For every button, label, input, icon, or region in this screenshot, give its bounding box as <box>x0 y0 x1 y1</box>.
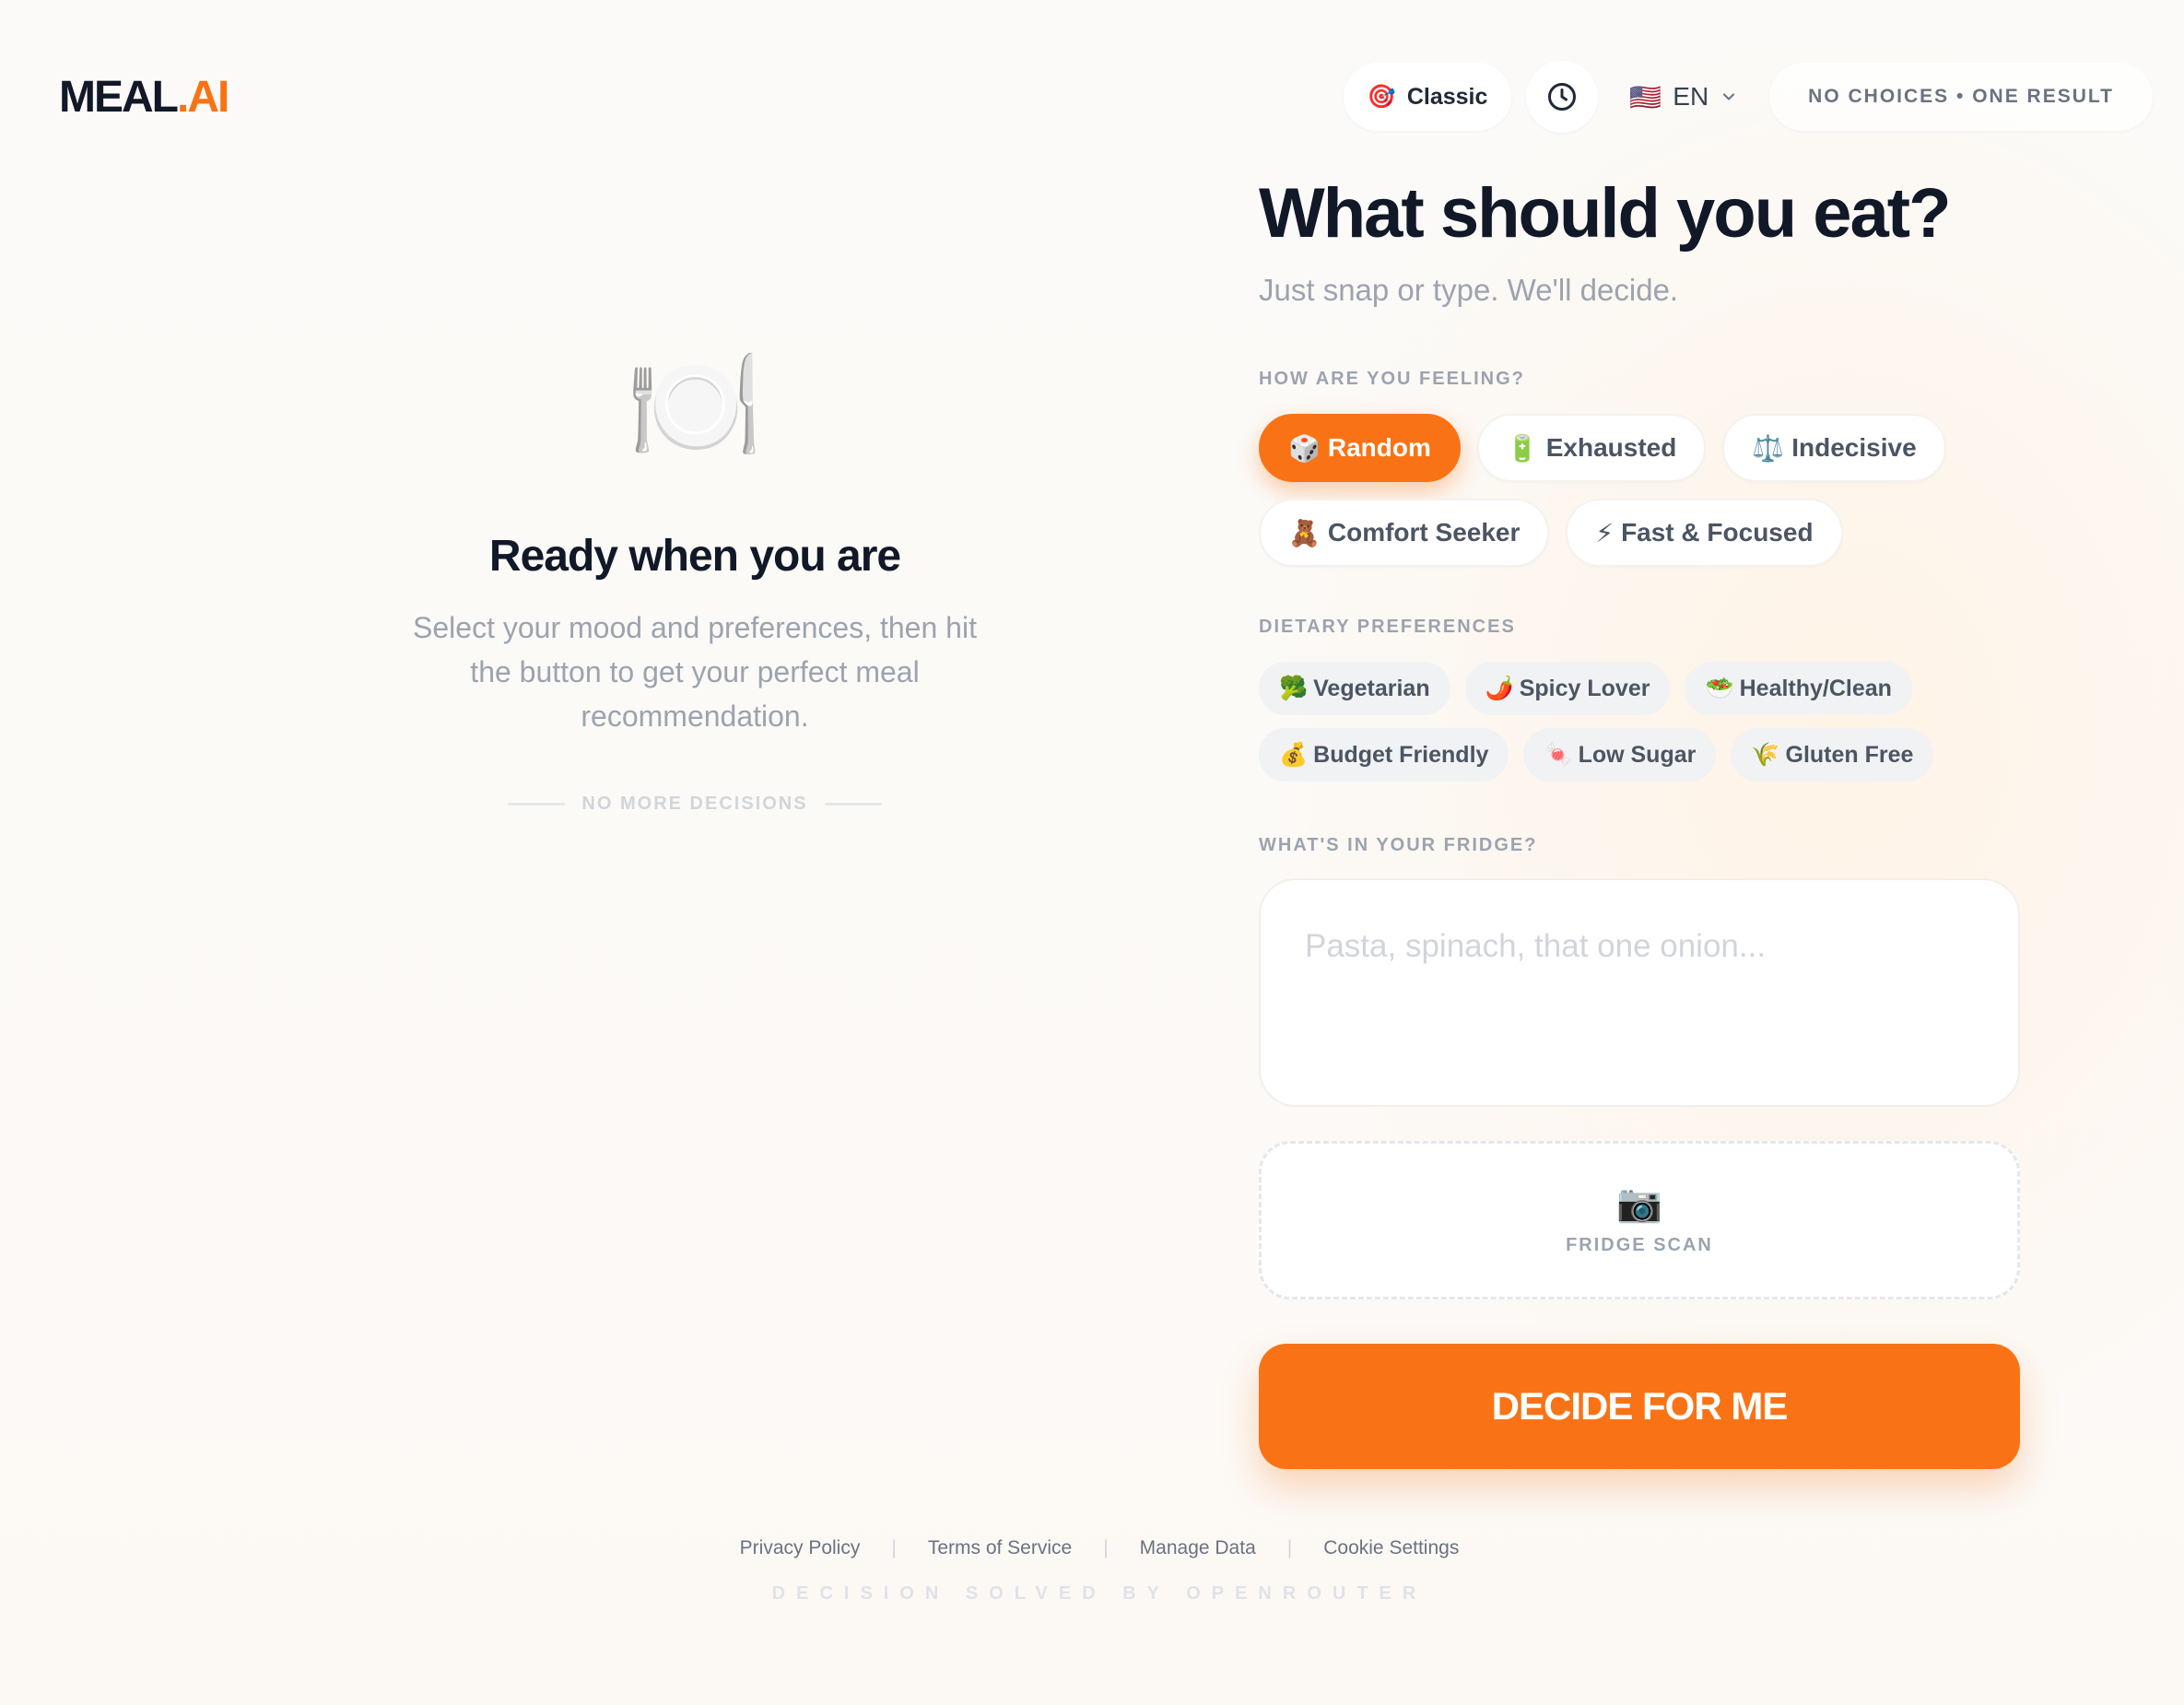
mood-chip-label: Comfort Seeker <box>1327 518 1521 547</box>
scales-icon: ⚖️ <box>1752 433 1785 463</box>
footer-link-manage-data[interactable]: Manage Data <box>1140 1537 1256 1559</box>
dice-icon: 🎲 <box>1288 433 1321 463</box>
diet-chip-label: Gluten Free <box>1785 741 1914 768</box>
dietary-section-label: DIETARY PREFERENCES <box>1259 617 1516 637</box>
history-button[interactable] <box>1526 61 1599 133</box>
mood-chip-fast-focused[interactable]: ⚡ Fast & Focused <box>1566 499 1843 567</box>
mood-chip-label: Fast & Focused <box>1621 518 1814 547</box>
mood-chip-label: Random <box>1327 433 1431 462</box>
diet-chip-gluten-free[interactable]: 🌾 Gluten Free <box>1731 728 1934 782</box>
diet-chip-label: Low Sugar <box>1578 741 1697 768</box>
empty-state-description: Select your mood and preferences, then h… <box>413 611 977 733</box>
diet-chip-low-sugar[interactable]: 🍬 Low Sugar <box>1523 728 1717 782</box>
mood-chip-group: 🎲 Random 🔋 Exhausted ⚖️ Indecisive 🧸 Com… <box>1259 414 2020 567</box>
meal-form: What should you eat? Just snap or type. … <box>1259 175 2020 1469</box>
diet-chip-vegetarian[interactable]: 🥦 Vegetarian <box>1259 662 1450 715</box>
footer-separator: | <box>891 1537 897 1558</box>
footer-separator: | <box>1286 1537 1293 1558</box>
footer-credit: DECISION SOLVED BY OPENROUTER <box>771 1583 1427 1604</box>
mode-toggle-button[interactable]: 🎯 Classic <box>1343 63 1512 131</box>
salad-icon: 🥗 <box>1705 675 1734 701</box>
language-select[interactable]: 🇺🇸 EN <box>1613 63 1755 131</box>
footer-separator: | <box>1103 1537 1109 1558</box>
mood-chip-label: Indecisive <box>1791 433 1917 462</box>
header-controls: 🎯 Classic 🇺🇸 EN NO CHOICES • ONE RESULT <box>1343 61 2153 133</box>
battery-icon: 🔋 <box>1506 433 1539 463</box>
language-code: EN <box>1673 82 1709 111</box>
page-title: What should you eat? <box>1259 174 1952 253</box>
mood-chip-exhausted[interactable]: 🔋 Exhausted <box>1476 414 1707 482</box>
camera-icon: 📷 <box>1616 1182 1662 1224</box>
dietary-chip-group: 🥦 Vegetarian 🌶️ Spicy Lover 🥗 Healthy/Cl… <box>1259 662 2020 782</box>
tagline-badge: NO CHOICES • ONE RESULT <box>1769 63 2153 131</box>
diet-chip-label: Healthy/Clean <box>1739 675 1892 701</box>
diet-chip-label: Budget Friendly <box>1313 741 1489 768</box>
footer-link-privacy[interactable]: Privacy Policy <box>740 1537 861 1559</box>
footer-link-terms[interactable]: Terms of Service <box>928 1537 1072 1559</box>
flag-icon: 🇺🇸 <box>1629 82 1662 112</box>
diet-chip-budget-friendly[interactable]: 💰 Budget Friendly <box>1259 728 1509 782</box>
mood-chip-random[interactable]: 🎲 Random <box>1259 414 1461 482</box>
lightning-icon: ⚡ <box>1595 518 1615 547</box>
empty-state-title: Ready when you are <box>488 532 901 581</box>
divider-line-left <box>508 803 566 805</box>
decide-for-me-button[interactable]: DECIDE FOR ME <box>1259 1344 2020 1469</box>
fridge-scan-label: FRIDGE SCAN <box>1566 1234 1713 1255</box>
mood-chip-label: Exhausted <box>1545 433 1677 462</box>
divider-line-right <box>824 803 882 805</box>
brand-logo[interactable]: MEAL.AI <box>59 72 229 123</box>
footer-link-cookies[interactable]: Cookie Settings <box>1323 1537 1459 1559</box>
fridge-section-label: WHAT'S IN YOUR FRIDGE? <box>1259 835 1538 855</box>
footer-links: Privacy Policy | Terms of Service | Mana… <box>0 1537 2184 1559</box>
empty-state-divider: NO MORE DECISIONS <box>508 794 882 815</box>
teddy-bear-icon: 🧸 <box>1288 518 1321 547</box>
candy-icon: 🍬 <box>1544 741 1573 768</box>
mood-chip-comfort-seeker[interactable]: 🧸 Comfort Seeker <box>1259 499 1550 567</box>
page-subtitle: Just snap or type. We'll decide. <box>1259 273 1679 307</box>
fridge-scan-button[interactable]: 📷 FRIDGE SCAN <box>1259 1141 2020 1299</box>
wheat-icon: 🌾 <box>1751 741 1780 768</box>
empty-state-panel: 🍽️ Ready when you are Select your mood a… <box>0 350 1390 815</box>
divider-text: NO MORE DECISIONS <box>581 794 808 814</box>
diet-chip-healthy-clean[interactable]: 🥗 Healthy/Clean <box>1685 662 1912 715</box>
target-icon: 🎯 <box>1367 83 1396 110</box>
brand-suffix: .AI <box>176 73 229 122</box>
money-bag-icon: 💰 <box>1279 741 1309 768</box>
mood-section-label: HOW ARE YOU FEELING? <box>1259 369 1525 389</box>
fridge-contents-input[interactable] <box>1259 878 2020 1107</box>
diet-chip-label: Spicy Lover <box>1519 675 1650 701</box>
diet-chip-label: Vegetarian <box>1313 675 1430 701</box>
broccoli-icon: 🥦 <box>1279 675 1309 701</box>
mood-chip-indecisive[interactable]: ⚖️ Indecisive <box>1722 414 1946 482</box>
brand-name: MEAL <box>59 73 179 122</box>
chevron-down-icon <box>1723 93 1735 100</box>
clock-icon <box>1548 83 1577 111</box>
mode-label: Classic <box>1406 83 1488 110</box>
diet-chip-spicy-lover[interactable]: 🌶️ Spicy Lover <box>1464 662 1671 715</box>
chili-pepper-icon: 🌶️ <box>1485 675 1514 701</box>
plate-cutlery-icon: 🍽️ <box>626 344 764 467</box>
